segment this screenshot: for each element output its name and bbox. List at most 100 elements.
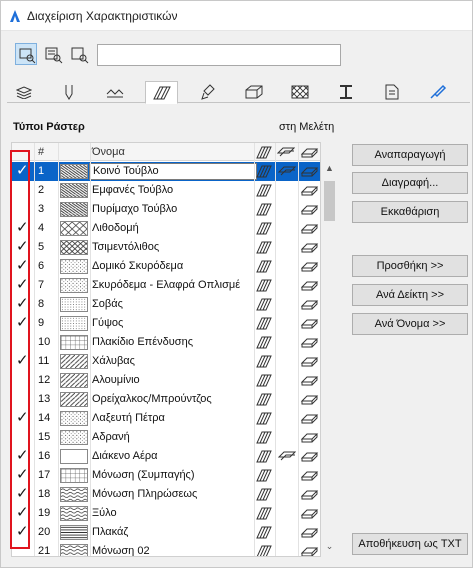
row-index: 13 xyxy=(38,393,51,405)
tab-profiles[interactable] xyxy=(329,81,362,103)
delete-button[interactable]: Διαγραφή... xyxy=(352,172,468,194)
by-index-button[interactable]: Ανά Δείκτη >> xyxy=(352,284,468,306)
eraser-icon[interactable] xyxy=(301,354,319,368)
eraser-icon[interactable] xyxy=(301,316,319,330)
row-name[interactable]: Κοινό Τούβλο xyxy=(89,163,257,180)
row-name: Ορείχαλκος/Μπρούντζος xyxy=(92,393,212,405)
header-name: Όνομα xyxy=(92,146,125,158)
attribute-manager-window: Διαχείριση Χαρακτηριστικών Τύποι Ράστερ … xyxy=(0,0,473,568)
fill-type-icon[interactable] xyxy=(256,259,272,273)
scroll-thumb[interactable] xyxy=(324,181,335,221)
row-index: 12 xyxy=(38,374,51,386)
eraser-column-icon xyxy=(301,148,319,158)
eraser-icon[interactable] xyxy=(301,259,319,273)
tab-fill-types[interactable] xyxy=(145,81,178,104)
search-all-icon xyxy=(71,47,89,64)
search-input[interactable] xyxy=(97,44,341,66)
list-view-button[interactable] xyxy=(15,43,37,65)
row-name: Σκυρόδεμα - Ελαφρά Οπλισμέ xyxy=(92,279,241,291)
tab-building-materials[interactable] xyxy=(237,81,270,103)
title-bar: Διαχείριση Χαρακτηριστικών xyxy=(1,1,472,31)
tab-line-types[interactable] xyxy=(98,81,131,103)
fill-type-icon[interactable] xyxy=(256,449,272,463)
cover-fill-column-icon xyxy=(277,147,295,157)
search-attributes-button[interactable] xyxy=(42,43,64,65)
row-index: 11 xyxy=(38,355,50,367)
eraser-icon[interactable] xyxy=(301,392,319,406)
save-as-txt-button[interactable]: Αποθήκευση ως TXT xyxy=(352,533,468,555)
cover-fill-icon[interactable] xyxy=(278,449,296,463)
row-index: 20 xyxy=(38,526,51,538)
fill-type-icon[interactable] xyxy=(256,468,272,482)
tab-composites[interactable] xyxy=(283,81,316,103)
fill-pattern-swatch xyxy=(60,430,88,445)
scroll-up-arrow[interactable]: ▲ xyxy=(321,163,338,177)
fill-type-icon[interactable] xyxy=(256,373,272,387)
clear-button[interactable]: Εκκαθάριση xyxy=(352,201,468,223)
eraser-icon[interactable] xyxy=(301,525,319,539)
fill-type-icon[interactable] xyxy=(256,544,272,557)
fill-type-icon[interactable] xyxy=(256,278,272,292)
fill-type-icon[interactable] xyxy=(256,430,272,444)
tab-surface-paint[interactable] xyxy=(421,81,454,103)
eraser-icon[interactable] xyxy=(301,373,319,387)
fill-type-icon[interactable] xyxy=(256,354,272,368)
eraser-icon[interactable] xyxy=(301,221,319,235)
fill-type-column-icon xyxy=(256,146,272,159)
eraser-icon[interactable] xyxy=(301,449,319,463)
fill-pattern-swatch xyxy=(60,183,88,198)
eraser-icon[interactable] xyxy=(301,278,319,292)
in-project-label: στη Μελέτη xyxy=(279,121,335,133)
fill-pattern-swatch xyxy=(60,449,88,464)
column-divider xyxy=(90,143,91,556)
fill-type-icon[interactable] xyxy=(256,164,272,178)
fill-type-icon[interactable] xyxy=(256,316,272,330)
eraser-icon[interactable] xyxy=(301,297,319,311)
table-scrollbar[interactable]: ▲ ⌄ xyxy=(321,161,338,557)
fill-type-icon[interactable] xyxy=(256,411,272,425)
cover-fill-icon[interactable] xyxy=(278,164,296,178)
eraser-icon[interactable] xyxy=(301,544,319,557)
fill-pattern-swatch xyxy=(60,525,88,540)
fill-type-icon[interactable] xyxy=(256,183,272,197)
fill-pattern-swatch xyxy=(60,335,88,350)
fill-types-heading: Τύποι Ράστερ xyxy=(13,121,85,133)
fill-type-icon[interactable] xyxy=(256,487,272,501)
duplicate-button[interactable]: Αναπαραγωγή xyxy=(352,144,468,166)
eraser-icon[interactable] xyxy=(301,430,319,444)
fill-pattern-swatch xyxy=(60,354,88,369)
fill-pattern-swatch xyxy=(60,259,88,274)
fill-type-icon[interactable] xyxy=(256,240,272,254)
tab-pens[interactable] xyxy=(52,81,85,103)
eraser-icon[interactable] xyxy=(301,468,319,482)
column-divider xyxy=(34,143,35,556)
row-name: Πλακάζ xyxy=(92,526,129,538)
fill-type-icon[interactable] xyxy=(256,335,272,349)
by-name-button[interactable]: Ανά Όνομα >> xyxy=(352,313,468,335)
eraser-icon[interactable] xyxy=(301,183,319,197)
fill-type-icon[interactable] xyxy=(256,525,272,539)
scroll-down-arrow[interactable]: ⌄ xyxy=(321,541,338,555)
eraser-icon[interactable] xyxy=(301,506,319,520)
tab-surfaces[interactable] xyxy=(191,81,224,103)
eraser-icon[interactable] xyxy=(301,164,319,178)
fill-pattern-swatch xyxy=(60,202,88,217)
eraser-icon[interactable] xyxy=(301,487,319,501)
tab-zones[interactable] xyxy=(375,81,408,103)
line-type-icon xyxy=(106,89,123,98)
attribute-type-tabs xyxy=(7,81,470,104)
fill-type-icon[interactable] xyxy=(256,506,272,520)
eraser-icon[interactable] xyxy=(301,335,319,349)
fill-type-icon[interactable] xyxy=(256,392,272,406)
fill-type-icon xyxy=(152,86,171,99)
tab-layers[interactable] xyxy=(7,81,40,103)
eraser-icon[interactable] xyxy=(301,202,319,216)
add-button[interactable]: Προσθήκη >> xyxy=(352,255,468,277)
eraser-icon[interactable] xyxy=(301,411,319,425)
fill-type-icon[interactable] xyxy=(256,202,272,216)
column-divider xyxy=(275,143,276,556)
search-all-button[interactable] xyxy=(68,43,90,65)
fill-type-icon[interactable] xyxy=(256,297,272,311)
fill-type-icon[interactable] xyxy=(256,221,272,235)
eraser-icon[interactable] xyxy=(301,240,319,254)
